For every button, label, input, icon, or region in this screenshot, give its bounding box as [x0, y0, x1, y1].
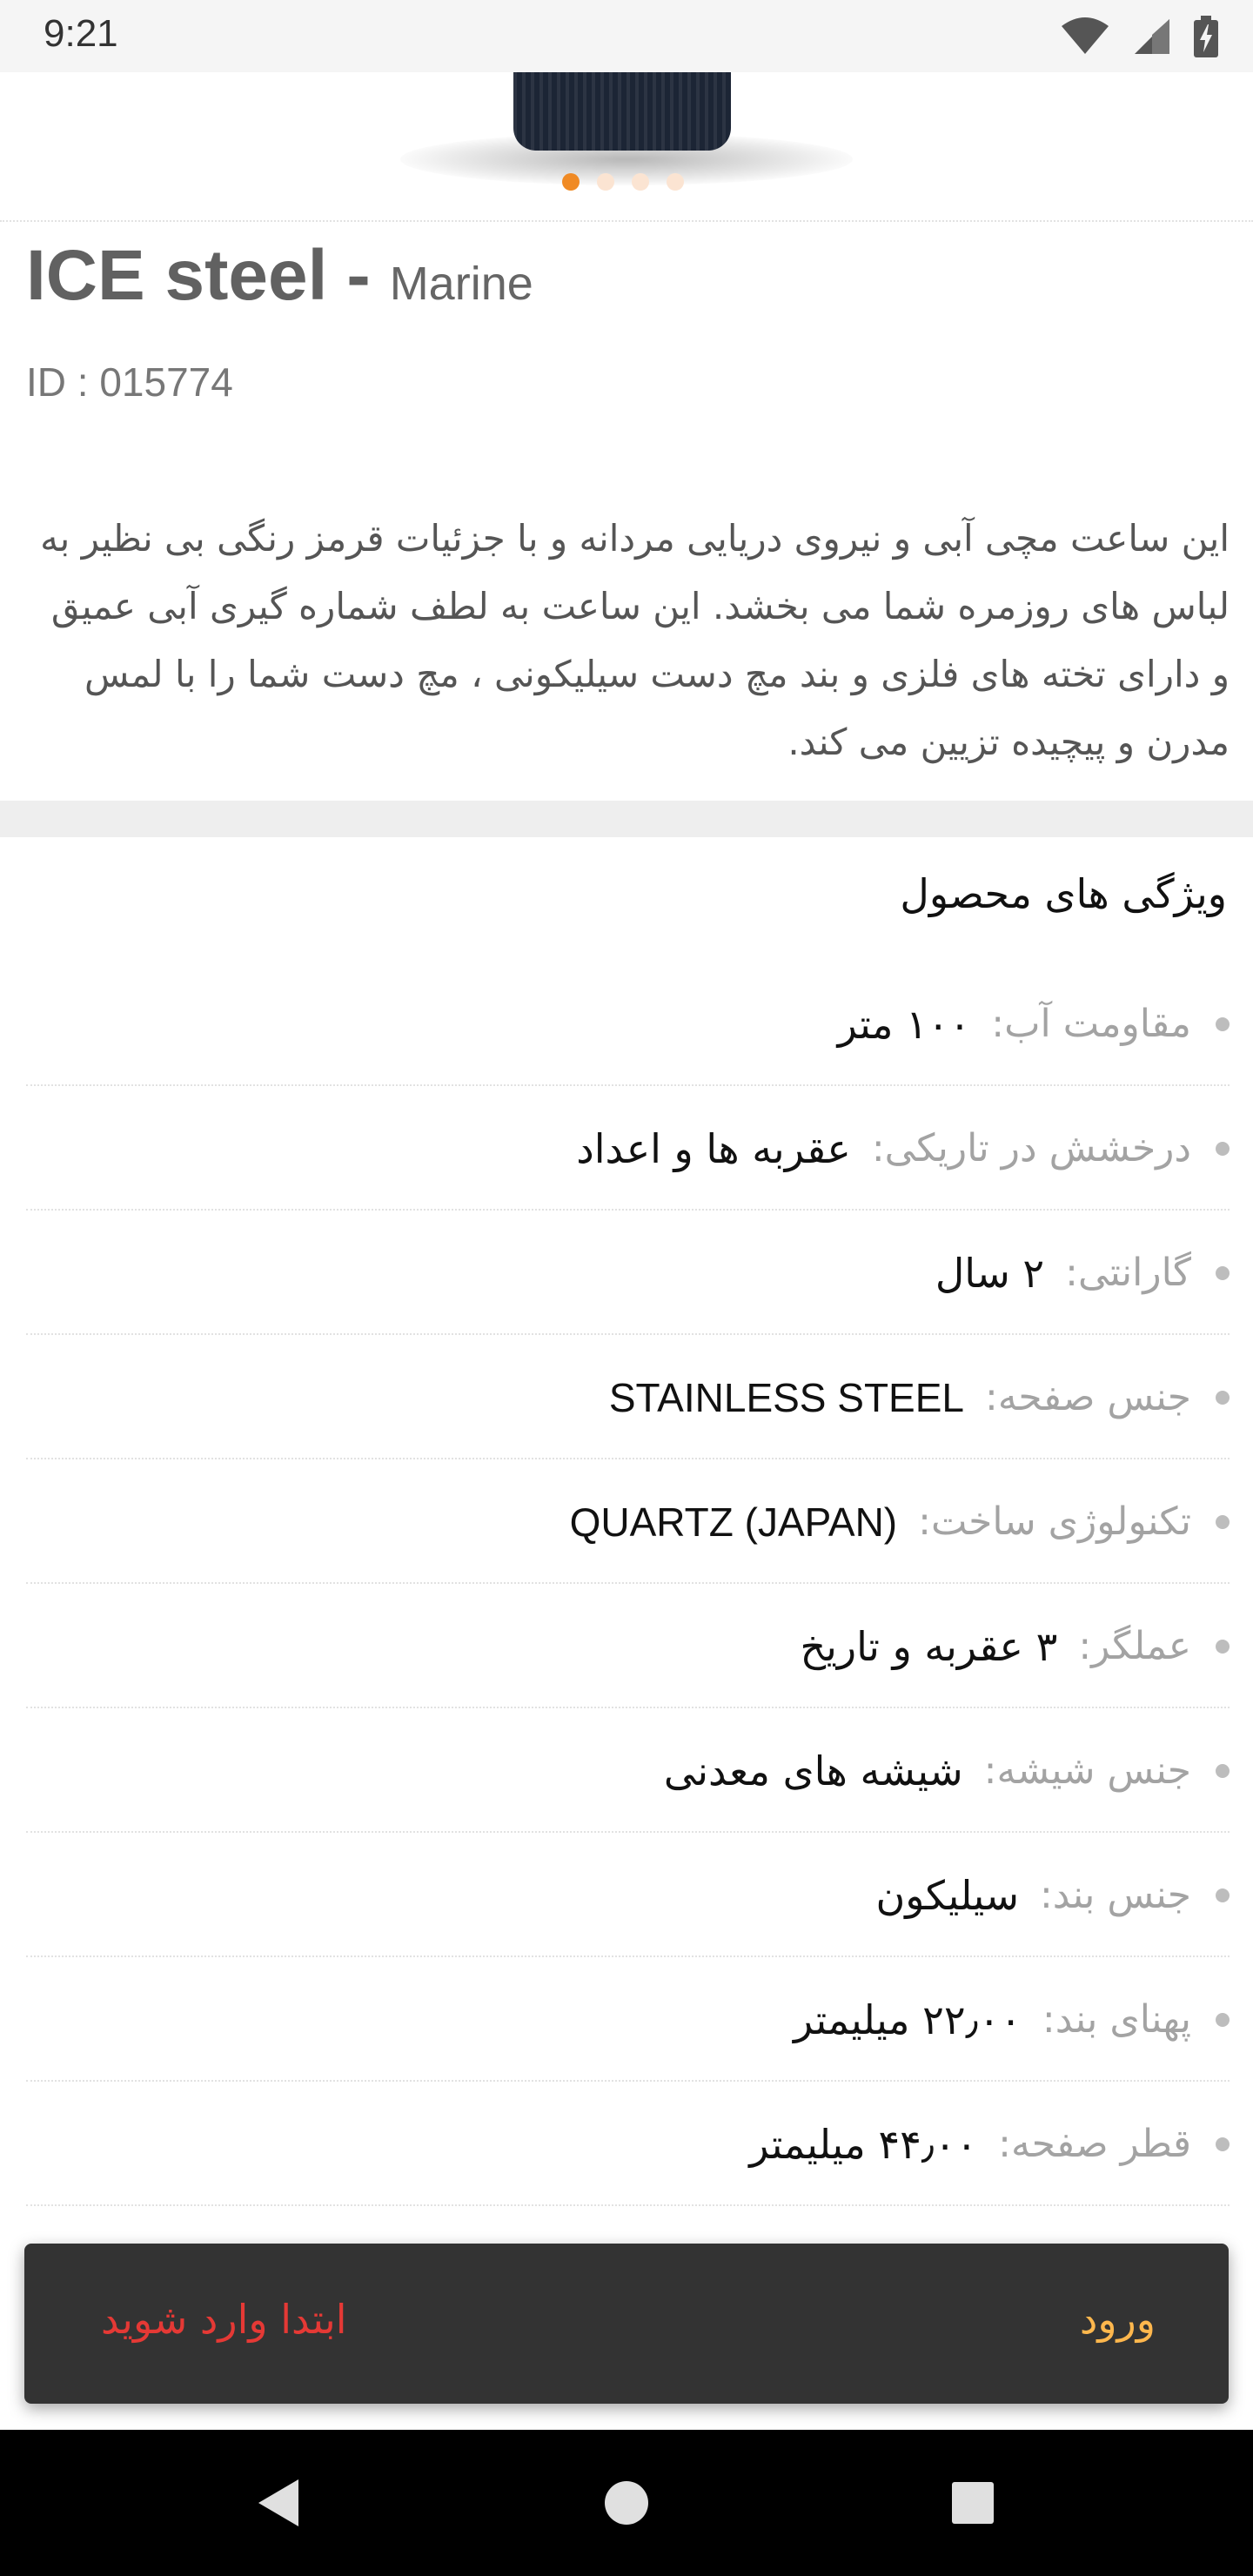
feature-label: جنس شیشه: — [983, 1748, 1191, 1793]
bullet-icon — [1216, 2137, 1230, 2151]
feature-row: جنس صفحه: STAINLESS STEEL — [26, 1335, 1230, 1459]
feature-row: گارانتی: ۲ سال — [26, 1211, 1230, 1335]
signal-icon — [1133, 17, 1171, 59]
feature-value: ۲۲٫۰۰ میلیمتر — [794, 1996, 1022, 2043]
feature-row: تکنولوژی ساخت: QUARTZ (JAPAN) — [26, 1459, 1230, 1584]
feature-value: ۳ عقربه و تاریخ — [800, 1622, 1058, 1670]
feature-label: تکنولوژی ساخت: — [918, 1499, 1191, 1544]
feature-row: جنس بند: سیلیکون — [26, 1833, 1230, 1957]
feature-label: گارانتی: — [1065, 1251, 1191, 1295]
feature-label: پهنای بند: — [1042, 1997, 1191, 2042]
bullet-icon — [1216, 1016, 1230, 1031]
status-icons — [1060, 16, 1218, 61]
bullet-icon — [1216, 1763, 1230, 1778]
system-nav-bar — [0, 2430, 1253, 2576]
feature-value: شیشه های معدنی — [663, 1747, 963, 1794]
feature-row: درخشش در تاریکی: عقربه ها و اعداد — [26, 1086, 1230, 1211]
feature-label: درخشش در تاریکی: — [871, 1126, 1191, 1171]
bullet-icon — [1216, 1514, 1230, 1529]
feature-value: ۱۰۰ متر — [837, 1000, 971, 1048]
feature-label: جنس صفحه: — [985, 1375, 1191, 1419]
login-button[interactable]: ورود — [1080, 2296, 1156, 2343]
divider — [0, 220, 1253, 222]
gallery-dot-2[interactable] — [597, 173, 614, 191]
bullet-icon — [1216, 1888, 1230, 1902]
feature-value: QUARTZ (JAPAN) — [569, 1499, 898, 1545]
product-name: ICE steel — [26, 236, 328, 315]
feature-value: سیلیکون — [875, 1871, 1019, 1919]
recents-icon[interactable] — [929, 2430, 1016, 2576]
feature-value: ۴۴٫۰۰ میلیمتر — [749, 2120, 978, 2168]
battery-charging-icon — [1194, 16, 1218, 61]
feature-row: پهنای بند: ۲۲٫۰۰ میلیمتر — [26, 1957, 1230, 2082]
feature-value: ۲ سال — [935, 1249, 1045, 1297]
product-image — [513, 72, 731, 151]
bullet-icon — [1216, 1141, 1230, 1156]
feature-row: مقاومت آب: ۱۰۰ متر — [26, 962, 1230, 1086]
bullet-icon — [1216, 2012, 1230, 2027]
feature-row: قطر صفحه: ۴۴٫۰۰ میلیمتر — [26, 2082, 1230, 2206]
login-snackbar: ابتدا وارد شوید ورود — [24, 2244, 1229, 2404]
bullet-icon — [1216, 1265, 1230, 1280]
gallery-pager — [562, 173, 684, 191]
gallery-dot-4[interactable] — [667, 173, 684, 191]
feature-label: عملگر: — [1078, 1624, 1191, 1668]
feature-label: جنس بند: — [1039, 1873, 1191, 1917]
product-title: ICE steel - Marine — [26, 235, 533, 317]
features-title: ویژگی های محصول — [900, 870, 1227, 917]
feature-row: جنس شیشه: شیشه های معدنی — [26, 1708, 1230, 1833]
feature-label: مقاومت آب: — [991, 1002, 1191, 1046]
product-id: ID : 015774 — [26, 359, 233, 405]
snackbar-message: ابتدا وارد شوید — [101, 2296, 347, 2343]
gallery-dot-1[interactable] — [562, 173, 580, 191]
feature-row: عملگر: ۳ عقربه و تاریخ — [26, 1584, 1230, 1708]
product-variant: Marine — [389, 258, 533, 310]
section-divider — [0, 801, 1253, 837]
status-time: 9:21 — [44, 12, 118, 55]
feature-label: قطر صفحه: — [998, 2122, 1191, 2166]
bullet-icon — [1216, 1639, 1230, 1654]
wifi-icon — [1060, 17, 1110, 59]
bullet-icon — [1216, 1390, 1230, 1405]
home-icon[interactable] — [583, 2430, 670, 2576]
back-icon[interactable] — [235, 2430, 322, 2576]
gallery-dot-3[interactable] — [632, 173, 649, 191]
feature-value: STAINLESS STEEL — [608, 1374, 964, 1420]
feature-value: عقربه ها و اعداد — [576, 1124, 851, 1172]
product-image-gallery[interactable] — [0, 72, 1253, 211]
status-bar: 9:21 — [0, 0, 1253, 72]
title-dash: - — [346, 236, 371, 315]
product-description: این ساعت مچی آبی و نیروی دریایی مردانه و… — [40, 517, 1230, 763]
